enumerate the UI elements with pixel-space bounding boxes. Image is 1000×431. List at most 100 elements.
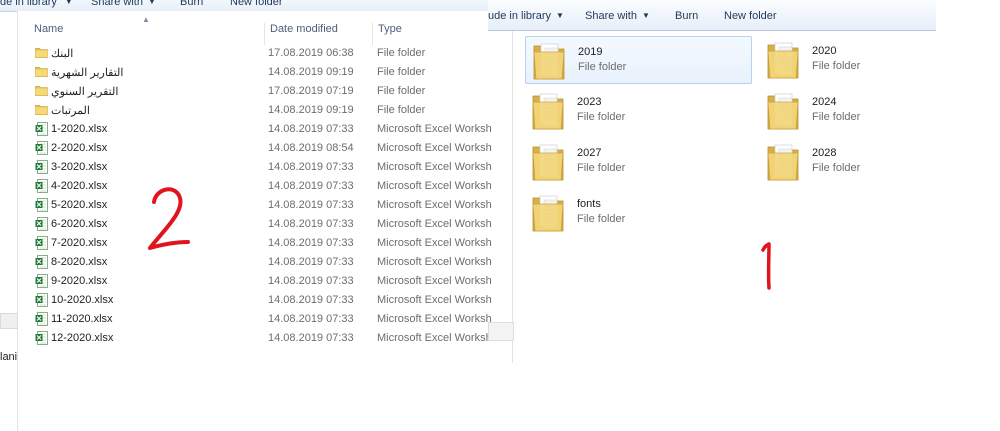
tile-type: File folder [812, 162, 861, 174]
column-header-type[interactable]: Type [378, 23, 402, 45]
left-new-folder-button[interactable]: New folder [230, 0, 283, 8]
folder-tile[interactable]: 2028 File folder [760, 138, 985, 184]
sidebar-truncated-label: lani [0, 351, 18, 363]
left-share-with-button[interactable]: Share with ▼ [91, 0, 156, 8]
folder-icon [35, 47, 48, 59]
column-header-date-modified[interactable]: Date modified [270, 23, 338, 45]
column-name-label: Name [34, 23, 64, 35]
file-name: 10-2020.xlsx [51, 294, 114, 306]
left-nav-scrollbar[interactable] [0, 313, 18, 329]
right-burn-button[interactable]: Burn [675, 10, 698, 22]
folder-tile[interactable]: 2024 File folder [760, 87, 985, 133]
file-name: التقرير السنوي [51, 86, 119, 98]
table-row[interactable]: 5-2020.xlsx 14.08.2019 07:33 Microsoft Exc… [18, 196, 492, 215]
table-row[interactable]: 12-2020.xlsx 14.08.2019 07:33 Microsoft Ex… [18, 329, 492, 348]
file-type: Microsoft Excel Worksh [377, 237, 492, 249]
annotation-number-2: 2 [148, 187, 190, 250]
folder-icon [35, 66, 48, 78]
table-row[interactable]: 4-2020.xlsx 14.08.2019 07:33 Microsoft Exc… [18, 177, 492, 196]
table-row[interactable]: 8-2020.xlsx 14.08.2019 07:33 Microsoft Exc… [18, 253, 492, 272]
table-row[interactable]: 3-2020.xlsx 14.08.2019 07:33 Microsoft Exc… [18, 158, 492, 177]
table-row[interactable]: 2-2020.xlsx 14.08.2019 08:54 Microsoft Exc… [18, 139, 492, 158]
left-include-in-library-button[interactable]: de in library ▼ [0, 0, 73, 8]
tile-name: 2027 [577, 147, 602, 159]
table-row[interactable]: 6-2020.xlsx 14.08.2019 07:33 Microsoft Exc… [18, 215, 492, 234]
table-row[interactable]: المرتبات 14.08.2019 09:19 File folder [18, 101, 492, 120]
tile-name: fonts [577, 198, 601, 210]
file-type: File folder [377, 47, 426, 59]
date-modified: 14.08.2019 08:54 [268, 142, 354, 154]
file-name: 5-2020.xlsx [51, 199, 108, 211]
file-name: 7-2020.xlsx [51, 237, 108, 249]
folder-icon [765, 88, 801, 132]
date-modified: 17.08.2019 06:38 [268, 47, 354, 59]
file-type: Microsoft Excel Worksh [377, 275, 492, 287]
right-file-tiles: 2019 File folder 2020 File folder 2023 File f… [512, 31, 937, 363]
chevron-down-icon: ▼ [641, 11, 650, 20]
folder-icon [35, 85, 48, 97]
right-share-with-button[interactable]: Share with ▼ [585, 10, 650, 22]
tile-name: 2019 [578, 46, 603, 58]
excel-icon [35, 331, 48, 345]
excel-icon [35, 141, 48, 155]
left-burn-button[interactable]: Burn [180, 0, 203, 8]
folder-icon [765, 139, 801, 183]
folder-tile[interactable]: 2027 File folder [525, 138, 750, 184]
file-name: التقارير الشهرية [51, 67, 124, 79]
file-name: 9-2020.xlsx [51, 275, 108, 287]
column-header-name[interactable]: Name [34, 23, 63, 45]
file-name: المرتبات [51, 105, 90, 117]
excel-icon [35, 255, 48, 269]
right-include-in-library-button[interactable]: ude in library ▼ [488, 10, 564, 22]
table-row[interactable]: 7-2020.xlsx 14.08.2019 07:33 Microsoft Exc… [18, 234, 492, 253]
date-modified: 14.08.2019 07:33 [268, 180, 354, 192]
file-name: البنك [51, 48, 74, 60]
folder-tile[interactable]: 2020 File folder [760, 36, 985, 82]
excel-icon [35, 179, 48, 193]
date-modified: 14.08.2019 07:33 [268, 256, 354, 268]
folder-icon [35, 104, 48, 116]
table-row[interactable]: التقارير الشهرية 14.08.2019 09:19 File fol… [18, 63, 492, 82]
file-type: Microsoft Excel Worksh [377, 256, 492, 268]
excel-icon [35, 293, 48, 307]
date-modified: 14.08.2019 07:33 [268, 332, 354, 344]
tile-type: File folder [577, 213, 626, 225]
excel-icon [35, 274, 48, 288]
left-file-list-details: Name ▲ Date modified Type البنك 17.08.201… [17, 11, 492, 431]
file-type: Microsoft Excel Worksh [377, 218, 492, 230]
table-row[interactable]: 9-2020.xlsx 14.08.2019 07:33 Microsoft Exc… [18, 272, 492, 291]
right-new-folder-button[interactable]: New folder [724, 10, 777, 22]
horizontal-scrollbar-corner[interactable] [488, 322, 514, 341]
column-separator[interactable] [372, 23, 373, 45]
tile-name: 2023 [577, 96, 602, 108]
table-row[interactable]: 10-2020.xlsx 14.08.2019 07:33 Microsoft Ex… [18, 291, 492, 310]
file-name: 1-2020.xlsx [51, 123, 108, 135]
tile-type: File folder [577, 111, 626, 123]
file-type: Microsoft Excel Worksh [377, 180, 492, 192]
include-label: de in library [0, 0, 57, 8]
tile-name: 2028 [812, 147, 837, 159]
folder-tile[interactable]: 2023 File folder [525, 87, 750, 133]
tile-type: File folder [578, 61, 627, 73]
folder-icon [530, 190, 566, 234]
column-separator[interactable] [264, 23, 265, 45]
table-row[interactable]: البنك 17.08.2019 06:38 File folder [18, 44, 492, 63]
folder-tile[interactable]: 2019 File folder [525, 36, 752, 84]
tile-name: 2024 [812, 96, 837, 108]
date-modified: 14.08.2019 07:33 [268, 123, 354, 135]
file-type: File folder [377, 85, 426, 97]
date-modified: 14.08.2019 07:33 [268, 161, 354, 173]
share-label: Share with [91, 0, 143, 8]
folder-tile[interactable]: fonts File folder [525, 189, 750, 235]
table-row[interactable]: التقرير السنوي 17.08.2019 07:19 File folde… [18, 82, 492, 101]
table-row[interactable]: 1-2020.xlsx 14.08.2019 07:33 Microsoft Exc… [18, 120, 492, 139]
date-modified: 14.08.2019 07:33 [268, 294, 354, 306]
chevron-down-icon: ▼ [147, 0, 156, 6]
file-name: 4-2020.xlsx [51, 180, 108, 192]
file-type: Microsoft Excel Worksh [377, 199, 492, 211]
chevron-down-icon: ▼ [555, 11, 564, 20]
folder-icon [765, 37, 801, 81]
file-name: 3-2020.xlsx [51, 161, 108, 173]
table-row[interactable]: 11-2020.xlsx 14.08.2019 07:33 Microsoft Ex… [18, 310, 492, 329]
annotation-number-1: 1 [761, 242, 771, 290]
